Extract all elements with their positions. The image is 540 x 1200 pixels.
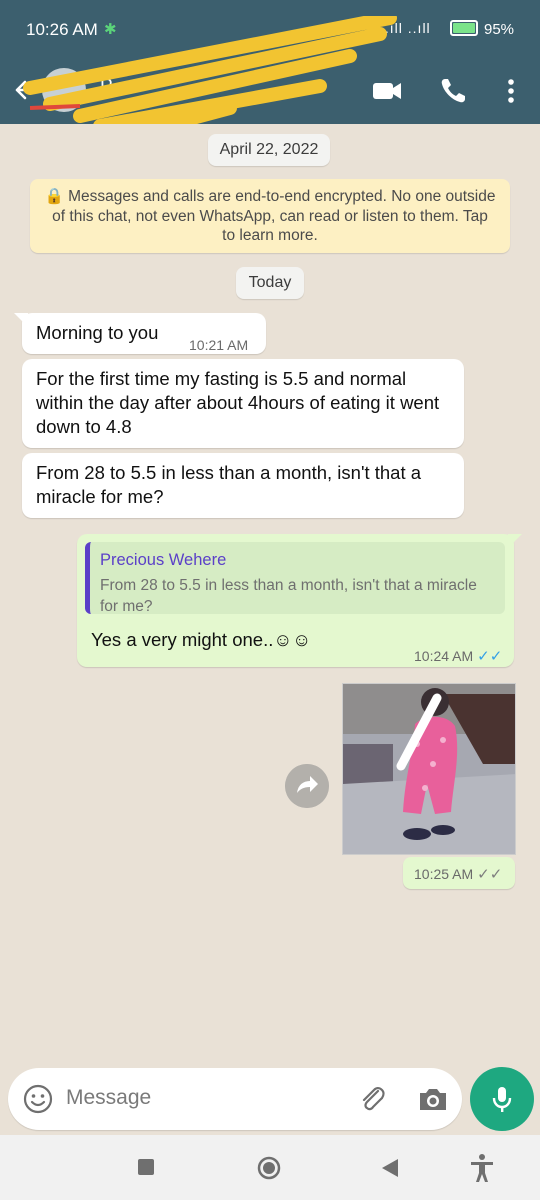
message-incoming[interactable]: For the first time my fasting is 5.5 and… xyxy=(22,359,464,448)
accessibility-icon[interactable] xyxy=(468,1153,496,1183)
quote-text: From 28 to 5.5 in less than a month, isn… xyxy=(100,577,477,615)
message-time: 10:25 AM xyxy=(414,866,474,882)
read-ticks-icon: ✓✓ xyxy=(477,648,503,665)
video-call-icon[interactable] xyxy=(368,72,406,110)
system-nav-bar xyxy=(0,1135,540,1200)
message-incoming[interactable]: Morning to you 10:21 AM xyxy=(14,313,266,354)
mic-button[interactable] xyxy=(470,1067,534,1131)
date-label: April 22, 2022 xyxy=(208,134,330,166)
message-incoming[interactable]: From 28 to 5.5 in less than a month, isn… xyxy=(22,453,464,518)
forward-icon[interactable] xyxy=(285,764,329,808)
quoted-message[interactable]: Precious Wehere From 28 to 5.5 in less t… xyxy=(85,542,505,615)
battery-percent: 95% xyxy=(484,21,515,38)
status-bar: 10:26 AM ✱ ..ıll ..ıll 95% xyxy=(0,0,540,58)
message-input[interactable]: Message xyxy=(66,1086,151,1110)
notification-icon: ✱ xyxy=(104,21,117,38)
back-icon[interactable] xyxy=(380,1157,400,1179)
photo-thumbnail xyxy=(343,684,515,854)
camera-icon[interactable] xyxy=(416,1083,450,1115)
image-timestamp: 10:25 AM ✓✓ xyxy=(403,857,515,889)
more-options-icon[interactable] xyxy=(492,72,530,110)
message-text: Yes a very might one..☺☺ xyxy=(91,629,312,650)
delivered-ticks-icon: ✓✓ xyxy=(477,866,503,883)
message-text: Morning to you xyxy=(36,322,159,343)
message-text: From 28 to 5.5 in less than a month, isn… xyxy=(36,462,422,507)
message-time: 10:24 AM xyxy=(414,648,474,664)
today-label: Today xyxy=(236,267,304,299)
phone-icon[interactable] xyxy=(434,72,472,110)
attach-icon[interactable] xyxy=(356,1083,388,1115)
contact-name[interactable]: P xyxy=(100,76,113,98)
chat-header: P xyxy=(0,58,540,124)
message-composer[interactable]: Message xyxy=(8,1068,462,1130)
status-time: 10:26 AM xyxy=(26,20,98,39)
message-outgoing[interactable]: Precious Wehere From 28 to 5.5 in less t… xyxy=(77,534,522,667)
avatar[interactable] xyxy=(42,68,86,112)
back-arrow-icon[interactable] xyxy=(8,72,44,108)
message-time: 10:21 AM xyxy=(189,337,249,353)
quote-author: Precious Wehere xyxy=(100,551,227,569)
chat-area[interactable]: April 22, 2022 🔒 Messages and calls are … xyxy=(0,124,540,1060)
signal-icon: ..ıll ..ıll xyxy=(380,20,431,36)
home-icon[interactable] xyxy=(256,1155,282,1181)
encryption-notice[interactable]: 🔒 Messages and calls are end-to-end encr… xyxy=(30,179,510,253)
recents-icon[interactable] xyxy=(137,1158,155,1176)
emoji-icon[interactable] xyxy=(22,1083,54,1115)
mic-icon xyxy=(492,1087,512,1112)
battery-icon xyxy=(450,20,478,36)
message-text: For the first time my fasting is 5.5 and… xyxy=(36,368,440,437)
image-message[interactable] xyxy=(342,683,516,855)
